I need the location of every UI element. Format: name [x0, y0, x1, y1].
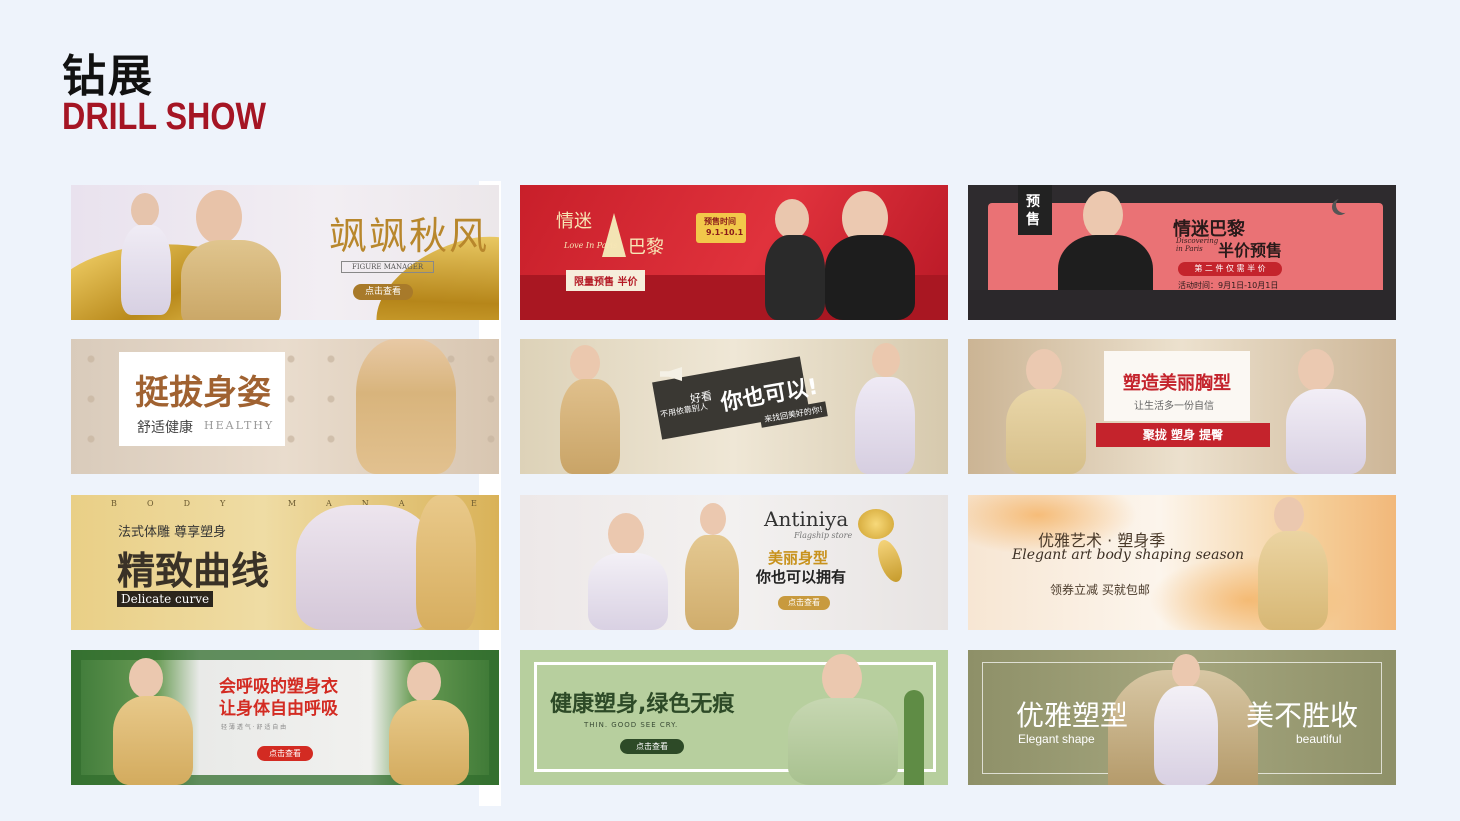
left-headline: 优雅塑型 [1016, 699, 1129, 732]
offer-label[interactable]: 限量预售 半价 [566, 270, 646, 291]
model-figure [588, 553, 668, 630]
model-figure-2 [685, 535, 739, 630]
banner-subtitle: 法式体雕 尊享塑身 [118, 525, 227, 540]
model-figure-2 [416, 495, 476, 630]
moon-icon [1336, 197, 1352, 213]
model-head-2 [1298, 349, 1334, 391]
banner-headline-a: 美丽身型 [768, 549, 829, 567]
banner-healthy-green[interactable]: 健康塑身,绿色无痕 THIN. GOOD SEE CRY. 点击查看 [520, 650, 948, 785]
banner-headline-b: 巴黎 [628, 237, 664, 258]
gold-ribbon [873, 536, 907, 586]
brand-name: Antiniya [764, 507, 849, 531]
model-figure [788, 698, 898, 785]
model-head-2 [872, 343, 900, 377]
banner-headline: 飒飒秋风 [329, 214, 490, 258]
banner-you-can-too[interactable]: 好看 不用依靠别人 你也可以! 来找回美好的你! [520, 339, 948, 474]
banner-headline-b: 你也可以拥有 [756, 568, 847, 586]
banner-antiniya[interactable]: Antiniya Flagship store 美丽身型 你也可以拥有 点击查看 [520, 495, 948, 630]
eiffel-icon [602, 213, 626, 257]
banner-script: Elegant art body shaping season [1012, 547, 1245, 563]
model-head [608, 513, 644, 555]
model-head [1083, 191, 1123, 239]
badge-date: 9.1-10.1 [706, 228, 744, 237]
banner-headline-b: 让身体自由呼吸 [219, 699, 338, 719]
model-figure [1258, 531, 1328, 630]
model-figure [181, 240, 281, 320]
banner-tag: Delicate curve [117, 591, 214, 607]
banner-script: Love In Paris [564, 241, 618, 250]
banner-breathable[interactable]: 会呼吸的塑身衣 让身体自由呼吸 轻 薄 透 气 · 舒 适 自 由 点击查看 [71, 650, 499, 785]
gold-flower [858, 509, 894, 539]
model-figure-2 [1286, 389, 1366, 474]
banner-headline: 健康塑身,绿色无痕 [550, 692, 735, 717]
model-head [775, 199, 809, 239]
model-head [196, 190, 242, 244]
half-price-pill: 第 二 件 仅 需 半 价 [1178, 262, 1282, 276]
model-figure-2 [855, 377, 915, 474]
banner-subtitle: 舒适健康 [137, 420, 193, 436]
banner-headline: 精致曲线 [117, 549, 270, 593]
banner-elegant-shape[interactable]: 优雅塑型 Elegant shape 美不胜收 beautiful [968, 650, 1396, 785]
model-head [1026, 349, 1062, 391]
paris-skyline [968, 290, 1396, 320]
view-button[interactable]: 点击查看 [257, 746, 313, 761]
feature-bar: 聚拢 塑身 提臀 [1096, 423, 1270, 447]
banner-headline-a: 情迷 [556, 211, 592, 232]
model-figure-2 [825, 235, 915, 320]
banner-subtitle: THIN. GOOD SEE CRY. [584, 721, 679, 729]
banner-delicate-curve[interactable]: BODY MANAGE 法式体雕 尊享塑身 精致曲线 Delicate curv… [71, 495, 499, 630]
banner-tiny-text: 轻 薄 透 气 · 舒 适 自 由 [221, 724, 287, 731]
badge-title: 预售时间 [704, 217, 736, 226]
model-head-2 [700, 503, 726, 535]
model-figure [356, 339, 456, 474]
cactus-icon [904, 690, 924, 785]
model-head [129, 658, 163, 698]
model-head [570, 345, 600, 381]
banner-subtitle: 让生活多一份自信 [1134, 401, 1214, 412]
page-subtitle: DRILL SHOW [62, 96, 266, 138]
left-subtitle: Elegant shape [1018, 732, 1095, 746]
brand-subtitle: Flagship store [794, 531, 853, 540]
model-figure [113, 696, 193, 785]
banner-subtitle: FIGURE MANAGER [341, 261, 435, 273]
banner-subtitle: 领券立减 买就包邮 [1050, 583, 1150, 597]
model-figure [1154, 686, 1218, 785]
view-button[interactable]: 点击查看 [778, 596, 830, 610]
view-button[interactable]: 点击查看 [353, 284, 413, 300]
right-headline: 美不胜收 [1246, 699, 1359, 732]
model-figure-2 [121, 225, 171, 315]
banner-shape-chest[interactable]: 塑造美丽胸型 让生活多一份自信 聚拢 塑身 提臀 [968, 339, 1396, 474]
page-title: 钻展 [62, 51, 154, 102]
banner-paris-presale[interactable]: 预 售 情迷巴黎 Discovering in Paris 半价预售 第 二 件… [968, 185, 1396, 320]
model-figure [765, 235, 825, 320]
banner-autumn-wind[interactable]: 飒飒秋风 FIGURE MANAGER 点击查看 [71, 185, 499, 320]
view-button[interactable]: 点击查看 [620, 739, 684, 754]
model-head [1172, 654, 1200, 688]
tag-char-b: 售 [1026, 212, 1040, 228]
model-head [1274, 497, 1304, 533]
model-head-2 [407, 662, 441, 702]
model-head-2 [131, 193, 159, 227]
banner-paris-love[interactable]: 情迷 巴黎 Love In Paris 预售时间 9.1-10.1 限量预售 半… [520, 185, 948, 320]
banner-headline: 塑造美丽胸型 [1123, 373, 1231, 394]
banner-subtitle: 半价预售 [1218, 241, 1283, 260]
model-head [822, 654, 862, 702]
model-figure [296, 505, 436, 630]
model-figure [1006, 389, 1086, 474]
right-subtitle: beautiful [1296, 732, 1342, 746]
banner-upright-posture[interactable]: 挺拔身姿 舒适健康 HEALTHY [71, 339, 499, 474]
model-figure-2 [389, 700, 469, 785]
banner-subtitle-en: HEALTHY [204, 419, 275, 432]
banner-headline: 挺拔身姿 [135, 373, 271, 413]
tag-char-a: 预 [1026, 194, 1040, 210]
banner-elegant-art[interactable]: 优雅艺术 · 塑身季 Elegant art body shaping seas… [968, 495, 1396, 630]
model-figure [560, 379, 620, 474]
